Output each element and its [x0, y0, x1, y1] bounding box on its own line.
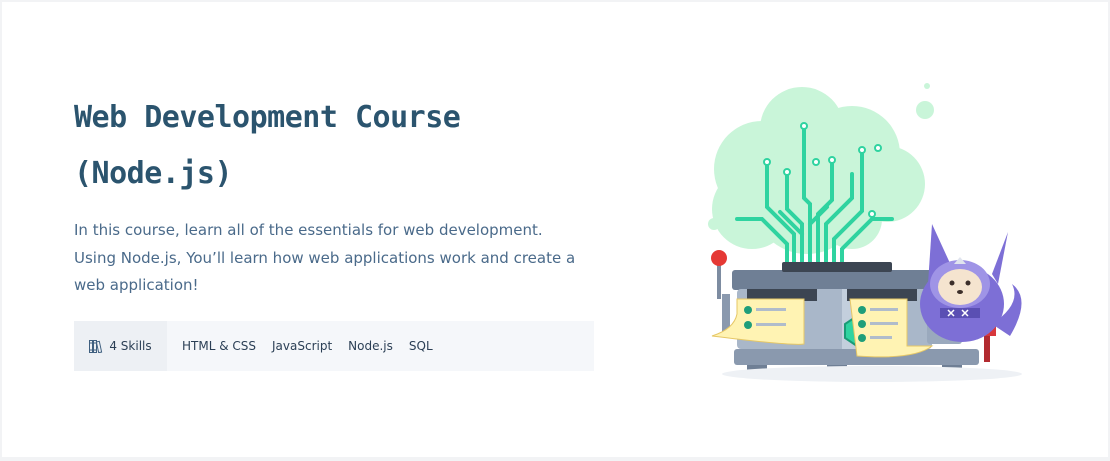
course-card: Web Development Course (Node.js) In this… [2, 2, 1108, 457]
course-title-line2: (Node.js) [74, 156, 233, 191]
skills-count: 4 Skills [74, 321, 167, 371]
skills-count-label: 4 Skills [109, 339, 152, 353]
skills-bar: 4 Skills HTML & CSS JavaScript Node.js S… [74, 321, 594, 371]
shadow [722, 366, 1022, 382]
skill-tag-javascript[interactable]: JavaScript [272, 339, 332, 353]
description-line-1: In this course, learn all of the essenti… [74, 221, 543, 239]
skill-tags: HTML & CSS JavaScript Node.js SQL [182, 339, 433, 353]
green-cloud [708, 83, 934, 254]
books-icon [89, 339, 103, 353]
skill-tag-html-css[interactable]: HTML & CSS [182, 339, 256, 353]
code-machine-illustration [708, 83, 1022, 382]
course-title-line1: Web Development Course [74, 100, 461, 135]
skill-tag-sql[interactable]: SQL [409, 339, 433, 353]
course-title: Web Development Course (Node.js) [74, 90, 594, 202]
course-description: In this course, learn all of the essenti… [74, 217, 594, 300]
description-line-2: Using Node.js, You’ll learn how web appl… [74, 248, 576, 295]
skill-tag-nodejs[interactable]: Node.js [348, 339, 393, 353]
